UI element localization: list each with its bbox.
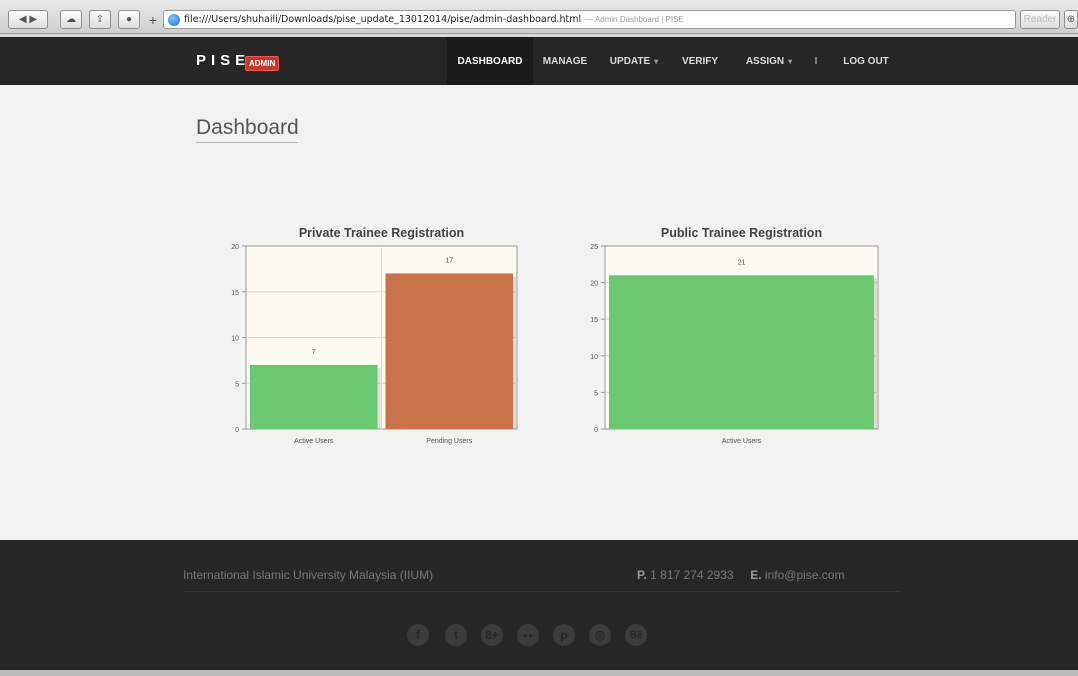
bar: [250, 364, 378, 429]
y-tick-label: 0: [594, 427, 598, 434]
browser-toolbar: ◀ ▶ ☁ ⇪ ● + file:///Users/shuhaili/Downl…: [0, 0, 1078, 34]
dribbble-glyph: ◎: [594, 628, 606, 642]
x-tick-label: Pending Users: [426, 438, 472, 445]
behance-icon[interactable]: Bē: [625, 624, 647, 646]
charts-area: 0 5 10 15 20 7 Active Users 17 Pending Users Priv…: [231, 226, 879, 445]
nav-manage-label: MANAGE: [542, 55, 588, 67]
y-tick-label: 15: [590, 317, 598, 324]
stop-icon[interactable]: ●: [118, 10, 140, 29]
nav-update[interactable]: UPDATE ▾: [597, 37, 671, 85]
twitter-glyph: t: [454, 628, 458, 642]
main-content: Dashboard 0 5 10 15 20 7 Active Users 17 Pending…: [0, 85, 1078, 540]
y-tick-label: 20: [231, 244, 239, 251]
pinterest-glyph: p: [560, 628, 568, 642]
nav-verify-label: VERIFY: [681, 55, 719, 67]
data-label: 21: [738, 259, 746, 266]
nav-dashboard-label: DASHBOARD: [457, 55, 523, 67]
googleplus-icon[interactable]: 8+: [481, 624, 503, 646]
y-tick-label: 10: [231, 336, 239, 343]
email-address[interactable]: info@pise.com: [765, 568, 845, 582]
footer-divider: [183, 591, 901, 592]
footer: International Islamic University Malaysi…: [0, 540, 1078, 670]
nav-logout[interactable]: LOG OUT: [836, 37, 896, 85]
y-tick-label: 0: [235, 427, 239, 434]
behance-glyph: Bē: [629, 629, 643, 641]
y-tick-label: 5: [594, 390, 598, 397]
address-bar[interactable]: file:///Users/shuhaili/Downloads/pise_up…: [163, 10, 1016, 29]
reader-button[interactable]: Reader: [1020, 10, 1060, 29]
chart-title: Public Trainee Registration: [661, 226, 822, 240]
admin-badge: ADMIN: [245, 56, 280, 71]
dribbble-icon[interactable]: ◎: [589, 624, 611, 646]
chevron-down-icon: ▾: [654, 56, 659, 66]
nav-separator: I: [810, 37, 822, 85]
chevron-down-icon: ▾: [788, 56, 793, 66]
phone-label: P.: [637, 568, 647, 582]
googleplus-glyph: 8+: [485, 628, 499, 642]
url-text: file:///Users/shuhaili/Downloads/pise_up…: [184, 14, 582, 25]
globe-icon: [168, 13, 180, 26]
share-icon[interactable]: ⇪: [89, 10, 111, 29]
email-label: E.: [750, 568, 762, 582]
data-label: 7: [312, 349, 316, 356]
nav-manage[interactable]: MANAGE: [538, 37, 592, 85]
top-navbar: PISE ADMIN DASHBOARD MANAGE UPDATE ▾ VER…: [0, 37, 1078, 85]
x-tick-label: Active Users: [722, 438, 762, 445]
nav-assign[interactable]: ASSIGN ▾: [734, 37, 804, 85]
bar: [385, 273, 513, 429]
y-tick-label: 20: [590, 281, 598, 288]
data-label: 17: [445, 257, 453, 264]
nav-logout-label: LOG OUT: [843, 55, 889, 67]
y-tick-label: 5: [235, 381, 239, 388]
chart-title: Private Trainee Registration: [299, 226, 464, 240]
phone-number: 1 817 274 2933: [650, 568, 734, 582]
cloud-icon[interactable]: ☁: [60, 10, 82, 29]
y-tick-label: 25: [590, 244, 598, 251]
add-tab-icon[interactable]: +: [146, 10, 160, 29]
flickr-icon[interactable]: ●●: [517, 624, 539, 646]
nav-update-label: UPDATE: [609, 55, 651, 67]
bar: [609, 275, 874, 429]
x-tick-label: Active Users: [294, 438, 334, 445]
twitter-icon[interactable]: t: [445, 624, 467, 646]
reader-label: Reader: [1023, 14, 1057, 25]
window-bottom-edge: [0, 670, 1078, 676]
brand-logo[interactable]: PISE: [196, 52, 250, 69]
facebook-glyph: f: [416, 628, 420, 642]
y-tick-label: 15: [231, 290, 239, 297]
nav-verify[interactable]: VERIFY: [676, 37, 724, 85]
footer-org: International Islamic University Malaysi…: [183, 568, 434, 582]
pinterest-icon[interactable]: p: [553, 624, 575, 646]
flickr-glyph: ●●: [523, 630, 533, 640]
downloads-icon[interactable]: ⊕: [1064, 10, 1078, 29]
y-tick-label: 10: [590, 354, 598, 361]
footer-contact: P. 1 817 274 2933 E. info@pise.com: [637, 568, 844, 582]
nav-assign-label: ASSIGN: [745, 55, 785, 67]
back-forward-buttons[interactable]: ◀ ▶: [8, 10, 48, 29]
nav-dashboard[interactable]: DASHBOARD: [447, 37, 533, 85]
facebook-icon[interactable]: f: [407, 624, 429, 646]
nav-separator-label: I: [814, 55, 818, 67]
tab-title: — Admin Dashboard | PISE: [585, 15, 684, 24]
